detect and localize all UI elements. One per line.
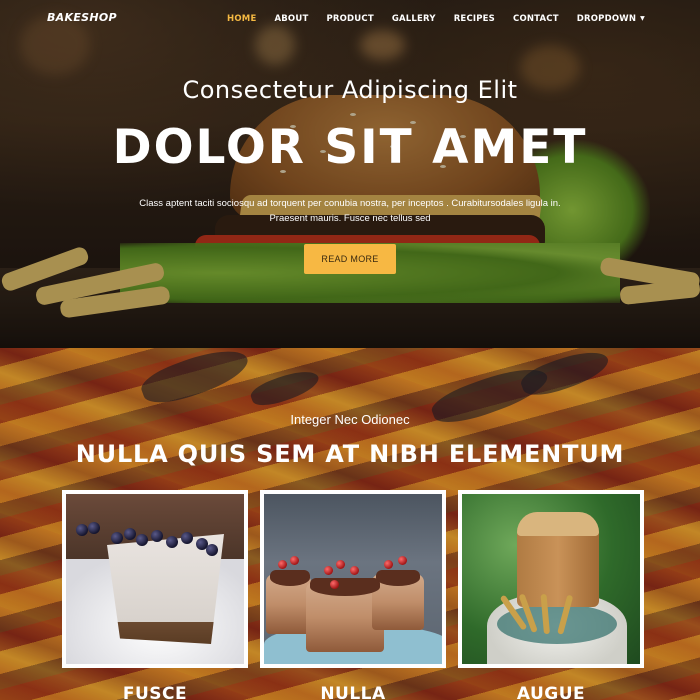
brand-logo[interactable]: BAKESHOP xyxy=(47,11,117,24)
product-card-image[interactable] xyxy=(62,490,248,668)
nav-item-gallery[interactable]: GALLERY xyxy=(392,14,436,24)
nav-item-about[interactable]: ABOUT xyxy=(274,14,308,24)
top-navbar: BAKESHOP HOME ABOUT PRODUCT GALLERY RECI… xyxy=(0,0,700,40)
card-caption: NULLA xyxy=(320,684,386,700)
read-more-button[interactable]: READ MORE xyxy=(304,244,396,274)
hero-description: Class aptent taciti sociosqu ad torquent… xyxy=(139,198,561,224)
nav-menu: HOME ABOUT PRODUCT GALLERY RECIPES CONTA… xyxy=(209,14,645,24)
featured-section: Integer Nec Odionec NULLA QUIS SEM AT NI… xyxy=(0,348,700,700)
section-subtitle: Integer Nec Odionec xyxy=(290,412,410,427)
nav-item-product[interactable]: PRODUCT xyxy=(326,14,373,24)
product-card-image[interactable] xyxy=(260,490,446,668)
card-caption: FUSCE xyxy=(122,684,188,700)
section-title: NULLA QUIS SEM AT NIBH ELEMENTUM xyxy=(75,440,625,468)
hero-title: DOLOR SIT AMET xyxy=(112,120,588,175)
nav-item-contact[interactable]: CONTACT xyxy=(513,14,559,24)
nav-item-dropdown[interactable]: DROPDOWN ▼ xyxy=(577,14,645,24)
nav-item-dropdown-label: DROPDOWN xyxy=(576,14,637,24)
caret-down-icon: ▼ xyxy=(640,15,645,22)
nav-item-home[interactable]: HOME xyxy=(227,14,256,24)
nav-item-recipes[interactable]: RECIPES xyxy=(454,14,495,24)
product-card-image[interactable] xyxy=(458,490,644,668)
hero-banner: BAKESHOP HOME ABOUT PRODUCT GALLERY RECI… xyxy=(0,0,700,348)
card-caption: AUGUE xyxy=(516,684,586,700)
hero-subtitle: Consectetur Adipiscing Elit xyxy=(182,76,518,104)
